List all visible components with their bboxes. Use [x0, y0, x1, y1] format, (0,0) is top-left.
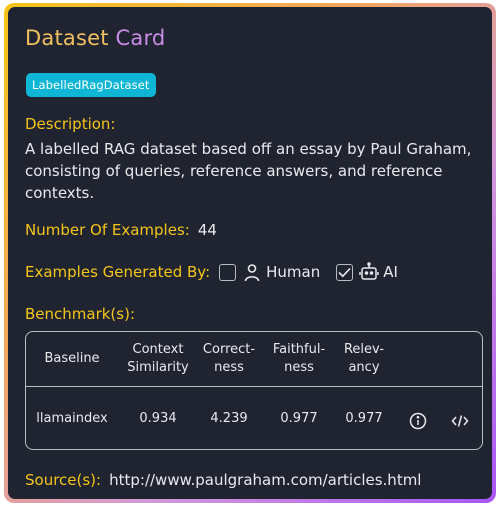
- description-label: Description:: [25, 115, 116, 133]
- examples-label: Number Of Examples:: [25, 221, 190, 239]
- header-faithfulness: Faithful- ness: [264, 341, 334, 377]
- title-part-dataset: Dataset: [25, 26, 109, 50]
- cell-relevancy: 0.977: [345, 411, 383, 426]
- benchmark-table: Baseline Context Similarity Correct- nes…: [25, 331, 483, 450]
- header-context-similarity: Context Similarity: [118, 341, 198, 377]
- header-correct-line2: ness: [214, 360, 244, 375]
- title-part-card: Card: [115, 26, 166, 50]
- dataset-card: Dataset Card LabelledRagDataset Descript…: [8, 7, 492, 499]
- human-label: Human: [266, 263, 321, 281]
- examples-row: Number Of Examples: 44: [25, 221, 217, 239]
- dataset-type-badge: LabelledRagDataset: [26, 73, 156, 97]
- cell-baseline: llamaindex: [36, 411, 108, 426]
- source-label: Source(s):: [25, 471, 102, 489]
- generated-by-label: Examples Generated By:: [25, 263, 211, 281]
- human-checkbox[interactable]: [219, 263, 237, 281]
- examples-value: 44: [197, 221, 217, 239]
- header-baseline: Baseline: [44, 351, 100, 366]
- header-correctness: Correct- ness: [194, 341, 264, 377]
- header-context-line2: Similarity: [127, 360, 189, 375]
- header-relev-line1: Relev-: [343, 342, 385, 357]
- header-context-line1: Context: [132, 342, 184, 357]
- card-gradient-border: Dataset Card LabelledRagDataset Descript…: [4, 3, 496, 503]
- check-icon: [338, 267, 351, 277]
- generated-by-row: Examples Generated By: Human AI: [25, 262, 398, 282]
- source-row: Source(s): http://www.paulgraham.com/art…: [25, 471, 421, 489]
- info-icon[interactable]: [406, 409, 430, 433]
- header-correct-line1: Correct-: [202, 342, 256, 357]
- person-icon: [242, 262, 262, 282]
- header-relevancy: Relev- ancy: [334, 341, 394, 377]
- card-title: Dataset Card: [25, 26, 165, 50]
- header-faith-line2: ness: [284, 360, 314, 375]
- source-link[interactable]: http://www.paulgraham.com/articles.html: [109, 471, 421, 489]
- header-relev-line2: ancy: [348, 360, 380, 375]
- generated-by-ai: AI: [336, 262, 398, 282]
- robot-icon: [359, 262, 379, 282]
- table-header-divider: [26, 386, 482, 387]
- description-text: A labelled RAG dataset based off an essa…: [25, 140, 472, 202]
- benchmark-label: Benchmark(s):: [25, 305, 136, 323]
- ai-label: AI: [383, 263, 398, 281]
- cell-faithfulness: 0.977: [280, 411, 318, 426]
- header-faith-line1: Faithful-: [272, 342, 326, 357]
- generated-by-human: Human: [219, 262, 320, 282]
- cell-correctness: 4.239: [210, 411, 248, 426]
- ai-checkbox[interactable]: [336, 263, 354, 281]
- code-icon[interactable]: [448, 409, 472, 433]
- cell-context-similarity: 0.934: [139, 411, 177, 426]
